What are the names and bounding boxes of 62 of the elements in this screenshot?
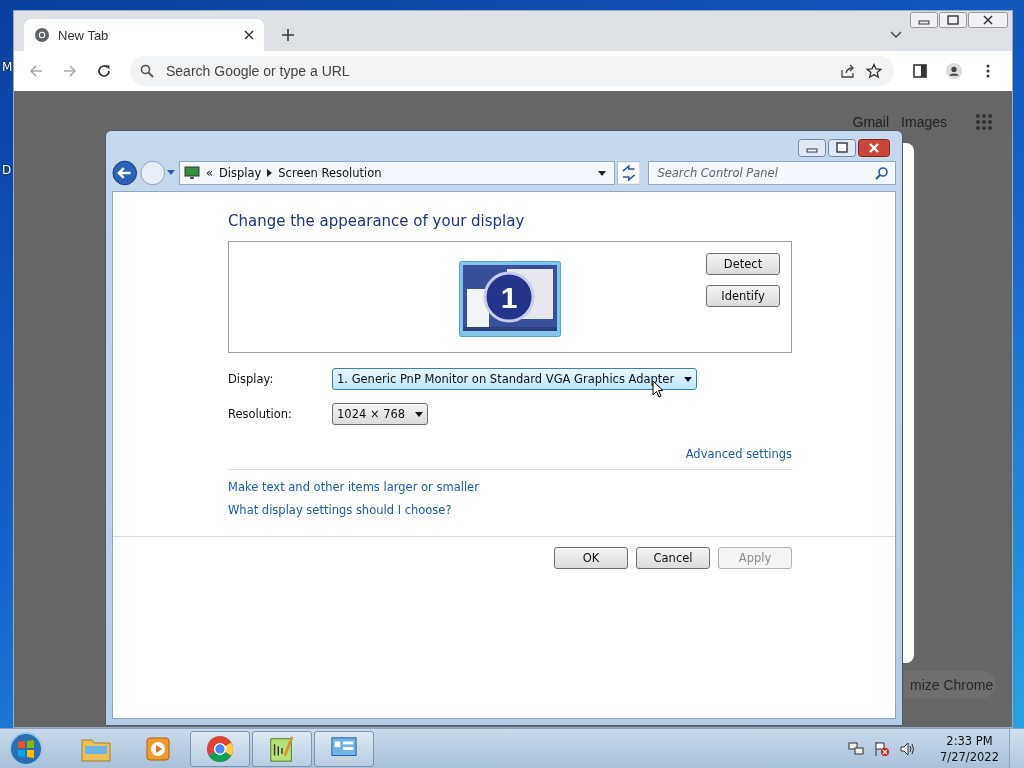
speaker-icon[interactable]	[900, 740, 917, 757]
profile-icon[interactable]	[946, 63, 962, 79]
back-icon[interactable]	[112, 160, 138, 186]
caret-icon	[415, 411, 424, 417]
search-icon	[140, 64, 154, 78]
monitor-number: 1	[500, 281, 518, 314]
clock-time[interactable]: 2:33 PM	[946, 732, 993, 749]
taskbar-app-button[interactable]	[190, 730, 250, 767]
play-icon	[143, 734, 173, 763]
restore-icon[interactable]	[828, 139, 856, 157]
network-icon[interactable]	[848, 740, 865, 757]
field-label: Display:	[228, 372, 275, 386]
address-bar[interactable]: Search Google or type a URL	[130, 56, 894, 86]
flag-icon[interactable]	[874, 740, 891, 757]
notepad-icon	[267, 734, 297, 763]
search-icon	[875, 166, 889, 180]
dialog-button[interactable]: Detect	[706, 253, 780, 275]
taskbar-app-button[interactable]	[252, 730, 312, 767]
caret-icon	[684, 376, 693, 382]
advanced-settings-link[interactable]: Advanced settings	[685, 447, 792, 461]
breadcrumb-item[interactable]: Screen Resolution	[278, 166, 382, 180]
browser-logo-icon	[205, 734, 235, 763]
share-icon[interactable]	[840, 63, 856, 79]
new-tab-icon[interactable]	[282, 29, 294, 41]
chrome-logo-icon	[34, 27, 50, 43]
taskbar-app-button[interactable]	[314, 730, 374, 767]
breadcrumb-item[interactable]: Display	[218, 166, 262, 180]
field-label: Resolution:	[228, 407, 293, 421]
reload-icon[interactable]	[96, 63, 112, 79]
close-icon[interactable]	[244, 30, 254, 40]
minimize-icon[interactable]	[798, 139, 826, 157]
page-heading: Change the appearance of your display	[228, 212, 526, 230]
browser-tab[interactable]: New Tab	[24, 19, 264, 51]
help-link[interactable]: What display settings should I choose?	[228, 503, 452, 517]
dialog-button[interactable]: Cancel	[636, 547, 710, 569]
desktop-icon-label: D	[2, 163, 12, 177]
side-panel-icon[interactable]	[912, 63, 928, 79]
dialog-button[interactable]: Identify	[706, 285, 780, 307]
close-icon[interactable]	[968, 12, 1008, 28]
monitor-icon	[183, 166, 200, 180]
help-link[interactable]: Make text and other items larger or smaller	[228, 480, 479, 494]
dialog-button[interactable]: OK	[554, 547, 628, 569]
minimize-icon[interactable]	[910, 12, 938, 28]
refresh-icon[interactable]	[616, 161, 641, 185]
search-input[interactable]: Search Control Panel	[655, 165, 875, 181]
dropdown[interactable]: 1024 × 768	[332, 403, 429, 425]
breadcrumb-overflow[interactable]: «	[205, 166, 213, 180]
monitor-icon	[329, 734, 359, 763]
chevron-down-icon[interactable]	[890, 31, 902, 39]
bookmark-star-icon[interactable]	[866, 63, 882, 79]
chevron-right-icon[interactable]	[267, 169, 273, 177]
search-field[interactable]: Search Control Panel	[648, 161, 896, 185]
address-input[interactable]: Search Google or type a URL	[164, 62, 428, 80]
clock-date[interactable]: 7/27/2022	[940, 748, 999, 765]
dropdown-arrow-icon[interactable]	[597, 170, 606, 176]
dropdown[interactable]: 1. Generic PnP Monitor on Standard VGA Graphics Adapter	[332, 368, 698, 390]
close-icon[interactable]	[858, 139, 890, 157]
breadcrumb-bar[interactable]: « Display Screen Resolution	[178, 161, 615, 185]
monitor-drawing[interactable]: 1	[459, 261, 561, 337]
desktop-icon-label: M	[2, 60, 13, 74]
restore-icon[interactable]	[939, 12, 967, 28]
start-button[interactable]	[8, 730, 44, 767]
